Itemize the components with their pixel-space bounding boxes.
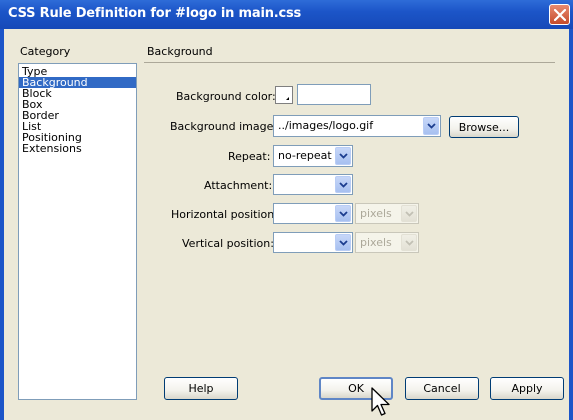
close-icon [554, 9, 566, 21]
chevron-down-icon [339, 181, 348, 188]
h-position-combobox[interactable] [273, 203, 353, 224]
window-frame-left [0, 29, 4, 420]
category-heading: Category [20, 45, 71, 58]
section-title: Background [147, 45, 213, 58]
color-picker-icon [286, 97, 289, 100]
bg-color-label: Background color: [176, 90, 276, 103]
v-position-label: Vertical position: [182, 237, 274, 250]
h-position-label: Horizontal position: [171, 208, 278, 221]
cancel-button[interactable]: Cancel [405, 377, 479, 400]
repeat-label: Repeat: [228, 150, 271, 163]
chevron-down-icon [405, 239, 414, 246]
section-divider [144, 62, 555, 63]
v-position-dropdown-button[interactable] [335, 234, 351, 251]
chevron-down-icon [427, 123, 436, 129]
chevron-down-icon [405, 210, 414, 217]
h-position-unit-select: pixels [355, 203, 419, 224]
v-position-unit-dropdown-button [401, 234, 417, 251]
help-button[interactable]: Help [164, 377, 238, 400]
mouse-pointer-icon [371, 387, 390, 416]
h-position-dropdown-button[interactable] [335, 205, 351, 222]
bg-image-dropdown-button[interactable] [423, 117, 439, 135]
h-position-unit: pixels [360, 207, 392, 220]
attachment-dropdown-button[interactable] [335, 176, 351, 193]
v-position-unit-select: pixels [355, 232, 419, 253]
attachment-label: Attachment: [204, 179, 273, 192]
bg-image-value: ../images/logo.gif [278, 119, 374, 132]
window-title: CSS Rule Definition for #logo in main.cs… [8, 6, 302, 21]
repeat-dropdown-button[interactable] [335, 147, 351, 165]
v-position-unit: pixels [360, 236, 392, 249]
v-position-combobox[interactable] [273, 232, 353, 253]
bg-image-label: Background image: [170, 120, 278, 133]
bg-image-combobox[interactable]: ../images/logo.gif [273, 115, 441, 137]
category-item-extensions[interactable]: Extensions [19, 143, 136, 154]
repeat-value: no-repeat [278, 149, 332, 162]
chevron-down-icon [339, 210, 348, 217]
bg-color-input[interactable] [297, 84, 371, 105]
apply-button[interactable]: Apply [490, 377, 564, 400]
h-position-unit-dropdown-button [401, 205, 417, 222]
attachment-select[interactable] [273, 174, 353, 195]
color-swatch-button[interactable] [275, 86, 293, 104]
title-bar[interactable]: CSS Rule Definition for #logo in main.cs… [0, 0, 573, 29]
repeat-select[interactable]: no-repeat [273, 145, 353, 167]
window-frame-right [569, 29, 573, 420]
chevron-down-icon [339, 153, 348, 159]
category-list[interactable]: Type Background Block Box Border List Po… [18, 63, 137, 400]
chevron-down-icon [339, 239, 348, 246]
css-rule-dialog: CSS Rule Definition for #logo in main.cs… [0, 0, 573, 420]
close-button[interactable] [549, 4, 570, 25]
browse-button[interactable]: Browse... [449, 116, 519, 138]
